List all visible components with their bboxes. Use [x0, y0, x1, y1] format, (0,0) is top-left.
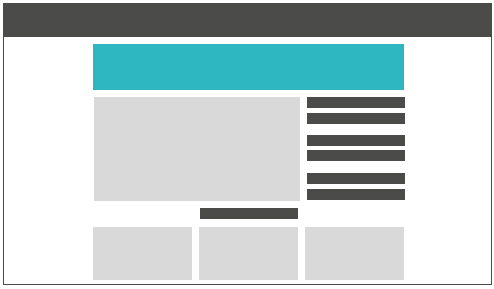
main-content-placeholder [94, 97, 300, 201]
hero-banner [93, 44, 404, 90]
section-heading-bar [200, 208, 298, 219]
content-card [305, 227, 404, 280]
sidebar-text-line [307, 113, 405, 124]
sidebar-text-line [307, 173, 405, 184]
sidebar-text-line [307, 135, 405, 146]
sidebar-text-line [307, 150, 405, 161]
browser-window-frame [3, 3, 492, 285]
top-navigation-bar [4, 4, 491, 37]
sidebar-text-line [307, 97, 405, 108]
sidebar-text-line [307, 189, 405, 200]
content-card [199, 227, 298, 280]
content-card [93, 227, 192, 280]
